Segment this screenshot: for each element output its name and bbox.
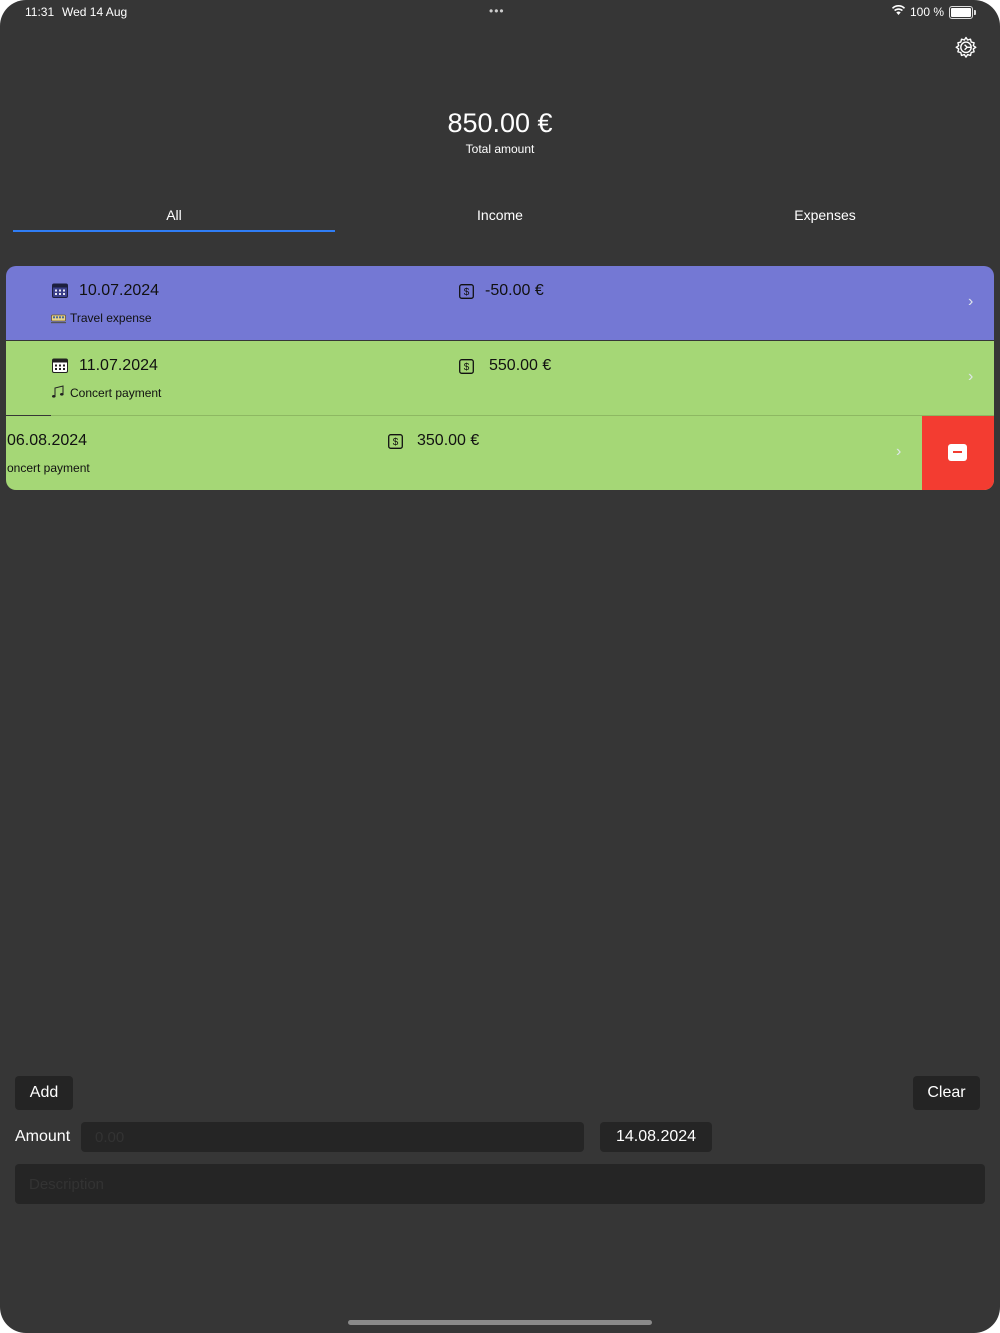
chevron-right-icon: › <box>968 293 974 310</box>
chevron-right-icon: › <box>968 368 974 385</box>
status-bar: 11:31 Wed 14 Aug ••• 100 % <box>0 0 1000 24</box>
tab-all[interactable]: All <box>13 207 335 223</box>
dollar-icon: $ <box>459 359 474 374</box>
transaction-date: 06.08.2024 <box>7 432 88 449</box>
transaction-row[interactable]: 11.07.2024 $ 550.00 € Concert payment › <box>6 341 994 415</box>
clear-button[interactable]: Clear <box>913 1076 980 1110</box>
gear-icon[interactable] <box>954 36 978 60</box>
status-time: 11:31 <box>25 5 55 19</box>
transaction-date: 11.07.2024 <box>79 357 158 374</box>
wifi-icon <box>891 5 906 15</box>
transaction-row[interactable]: 10.07.2024 $ -50.00 € Travel expense › <box>6 266 994 340</box>
add-button[interactable]: Add <box>15 1076 73 1110</box>
transaction-amount: 550.00 € <box>489 357 552 374</box>
total-amount-label: Total amount <box>465 142 535 156</box>
transaction-date: 10.07.2024 <box>79 282 160 299</box>
transaction-amount: 350.00 € <box>417 432 480 449</box>
amount-input[interactable] <box>81 1122 584 1152</box>
transaction-list: 10.07.2024 $ -50.00 € Travel expense › 1… <box>6 266 994 490</box>
svg-text:$: $ <box>464 287 470 298</box>
music-notes-icon <box>52 385 64 398</box>
transaction-amount: -50.00 € <box>485 282 544 299</box>
delete-button[interactable] <box>922 416 994 490</box>
calendar-icon <box>52 358 68 373</box>
home-indicator[interactable] <box>348 1320 652 1325</box>
tab-expenses[interactable]: Expenses <box>665 207 985 223</box>
transaction-row[interactable]: 06.08.2024 $ 350.00 € oncert payment › <box>6 416 994 490</box>
multitask-dots[interactable]: ••• <box>489 4 505 18</box>
selected-tab-indicator <box>13 230 335 232</box>
battery-icon <box>949 6 976 19</box>
dollar-icon: $ <box>388 434 403 449</box>
amount-label: Amount <box>15 1128 71 1145</box>
battery-percent: 100 % <box>910 5 945 19</box>
filter-tabs: All Income Expenses <box>0 200 1000 234</box>
calendar-icon <box>52 283 68 298</box>
svg-text:$: $ <box>393 437 399 448</box>
status-date: Wed 14 Aug <box>62 5 128 19</box>
minus-square-icon <box>948 444 967 461</box>
dollar-icon: $ <box>459 284 474 299</box>
total-summary: 850.00 € Total amount <box>0 108 1000 156</box>
chevron-right-icon: › <box>896 443 902 460</box>
transaction-description: Travel expense <box>70 311 152 325</box>
description-input[interactable] <box>15 1164 985 1204</box>
date-picker[interactable]: 14.08.2024 <box>600 1122 712 1152</box>
total-amount: 850.00 € <box>447 108 553 138</box>
transaction-description: Concert payment <box>70 386 162 400</box>
svg-text:$: $ <box>464 362 470 373</box>
transaction-description: oncert payment <box>7 461 90 475</box>
tab-income[interactable]: Income <box>340 207 660 223</box>
app-screen: 11:31 Wed 14 Aug ••• 100 % 850.00 € Tota… <box>0 0 1000 1333</box>
train-icon <box>51 314 66 324</box>
